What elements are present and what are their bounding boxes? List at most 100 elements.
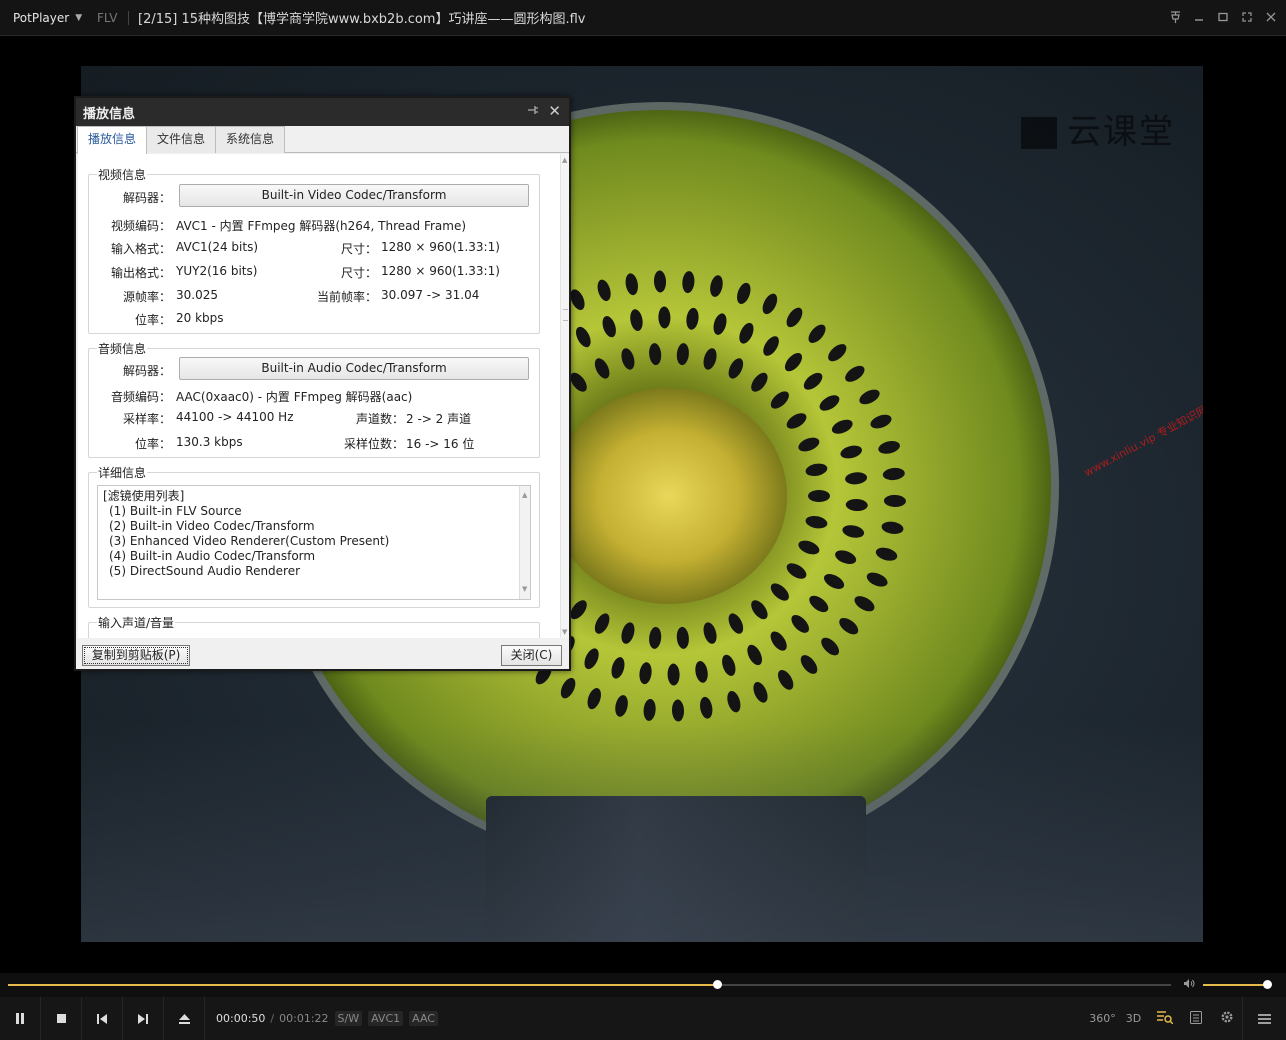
audio-info-title: 音频信息	[97, 340, 148, 357]
sample-rate-label: 采样率：	[122, 412, 171, 426]
eject-icon	[178, 1013, 190, 1024]
scroll-up-icon[interactable]: ▲	[562, 156, 567, 164]
dialog-title-bar[interactable]: 播放信息 ✕	[76, 98, 569, 126]
dialog-pin-icon[interactable]	[527, 104, 539, 119]
video-decoder-button[interactable]: Built-in Video Codec/Transform	[179, 184, 529, 207]
time-separator: /	[270, 1012, 275, 1025]
scroll-down-icon[interactable]: ▼	[522, 582, 527, 597]
input-channel-group: 输入声道/音量	[88, 614, 540, 638]
detail-info-title: 详细信息	[97, 464, 148, 481]
tab-playback-info[interactable]: 播放信息	[77, 126, 148, 154]
output-size-label: 尺寸：	[340, 266, 377, 280]
video-bitrate-value: 20 kbps	[176, 311, 224, 325]
output-format-label: 输出格式：	[110, 266, 171, 280]
tab-system-info[interactable]: 系统信息	[216, 126, 286, 153]
time-display: 00:00:50 / 00:01:22	[216, 1012, 329, 1025]
copy-to-clipboard-button[interactable]: 复制到剪贴板(P)	[82, 645, 190, 666]
seek-bar[interactable]	[8, 980, 1171, 989]
vr-360-button[interactable]: 360°	[1087, 1012, 1118, 1025]
input-format-label: 输入格式：	[110, 242, 171, 256]
kiwi-seed	[808, 490, 830, 502]
pin-icon[interactable]	[1168, 10, 1182, 26]
info-content-panel[interactable]: 视频信息 解码器： Built-in Video Codec/Transform…	[78, 154, 569, 638]
pause-icon	[16, 1013, 24, 1024]
fullscreen-icon[interactable]	[1240, 11, 1254, 25]
filter-list-line: (3) Enhanced Video Renderer(Custom Prese…	[109, 534, 390, 548]
filter-list-line: (2) Built-in Video Codec/Transform	[109, 519, 315, 533]
chapter-list-icon[interactable]	[1180, 1010, 1211, 1027]
seek-bar-area	[0, 973, 1286, 997]
settings-gear-icon[interactable]	[1211, 1010, 1242, 1027]
stop-button[interactable]	[41, 997, 82, 1040]
minimize-icon[interactable]	[1192, 12, 1206, 25]
format-label: FLV	[97, 10, 118, 25]
scrollbar-thumb[interactable]	[563, 309, 568, 321]
filter-list-line: [滤镜使用列表]	[103, 489, 185, 503]
previous-icon	[97, 1013, 107, 1024]
maximize-icon[interactable]	[1216, 12, 1230, 25]
app-menu-button[interactable]: PotPlayer ▼	[0, 0, 88, 35]
window-title: [2/15] 15种构图技【博学商学院www.bxb2b.com】巧讲座——圆形…	[138, 12, 586, 27]
video-watermark: 云课堂	[1021, 104, 1175, 153]
video-decoder-label: 解码器：	[122, 191, 171, 205]
sample-rate-value: 44100 -> 44100 Hz	[176, 410, 294, 424]
channels-value: 2 -> 2 声道	[406, 412, 472, 426]
right-controls: 360° 3D	[1087, 997, 1286, 1040]
volume-handle[interactable]	[1263, 980, 1273, 989]
main-menu-button[interactable]	[1242, 997, 1286, 1040]
dialog-footer: 复制到剪贴板(P) 关闭(C)	[76, 638, 569, 669]
dialog-title: 播放信息	[83, 106, 136, 122]
close-window-icon[interactable]	[1264, 12, 1278, 25]
playlist-search-icon[interactable]	[1149, 1010, 1180, 1027]
3d-button[interactable]: 3D	[1118, 1012, 1149, 1025]
filter-list-line: (1) Built-in FLV Source	[109, 504, 242, 518]
tab-file-info[interactable]: 文件信息	[147, 126, 217, 153]
audio-codec-badge[interactable]: AAC	[409, 1011, 438, 1026]
detail-info-group: 详细信息 [滤镜使用列表] (1) Built-in FLV Source (2…	[88, 464, 540, 608]
eject-button[interactable]	[164, 997, 205, 1040]
input-size-label: 尺寸：	[340, 242, 377, 256]
current-fps-label: 当前帧率：	[316, 290, 377, 304]
content-scrollbar[interactable]: ▲ ▼	[560, 154, 569, 638]
stop-icon	[56, 1014, 66, 1023]
dialog-tabs: 播放信息 文件信息 系统信息	[76, 126, 569, 154]
filter-list-box[interactable]: [滤镜使用列表] (1) Built-in FLV Source (2) Bui…	[97, 485, 531, 600]
video-codec-badge[interactable]: AVC1	[368, 1011, 404, 1026]
video-info-title: 视频信息	[97, 166, 148, 183]
glass-stand	[486, 796, 866, 942]
close-button[interactable]: 关闭(C)	[501, 645, 562, 666]
pause-button[interactable]	[0, 997, 41, 1040]
app-name: PotPlayer	[13, 10, 70, 25]
channels-label: 声道数：	[355, 412, 404, 426]
hamburger-icon	[1258, 1013, 1271, 1024]
chevron-down-icon: ▼	[75, 12, 83, 23]
audio-codec-value: AAC(0xaac0) - 内置 FFmpeg 解码器(aac)	[176, 390, 413, 404]
volume-level	[1203, 984, 1268, 986]
filter-list-line: (5) DirectSound Audio Renderer	[109, 564, 301, 578]
watermark-logo-icon	[1021, 117, 1057, 149]
volume-slider[interactable]	[1203, 980, 1273, 989]
volume-icon[interactable]	[1183, 978, 1195, 992]
next-icon	[138, 1013, 148, 1024]
next-button[interactable]	[123, 997, 164, 1040]
control-bar: 00:00:50 / 00:01:22 S/W AVC1 AAC 360° 3D	[0, 997, 1286, 1040]
scroll-up-icon[interactable]: ▲	[522, 488, 527, 503]
seek-progress	[8, 984, 718, 986]
current-fps-value: 30.097 -> 31.04	[381, 288, 480, 302]
decode-mode-badge[interactable]: S/W	[334, 1011, 363, 1026]
previous-button[interactable]	[82, 997, 123, 1040]
sample-bits-label: 采样位数：	[343, 437, 404, 451]
playback-info-dialog: 播放信息 ✕ 播放信息 文件信息 系统信息 视频信息 解码器： Built-in…	[74, 96, 571, 671]
audio-info-group: 音频信息 解码器： Built-in Audio Codec/Transform…	[88, 340, 540, 458]
source-fps-value: 30.025	[176, 288, 218, 302]
scroll-down-icon[interactable]: ▼	[562, 628, 567, 636]
audio-bitrate-label: 位率：	[134, 437, 171, 451]
audio-codec-label: 音频编码：	[110, 390, 171, 404]
seek-handle[interactable]	[713, 980, 723, 989]
video-bitrate-label: 位率：	[134, 313, 171, 327]
audio-decoder-button[interactable]: Built-in Audio Codec/Transform	[179, 357, 529, 380]
source-fps-label: 源帧率：	[122, 290, 171, 304]
filter-list-scrollbar[interactable]: ▲ ▼	[519, 486, 530, 599]
dialog-close-icon[interactable]: ✕	[548, 102, 561, 120]
audio-decoder-label: 解码器：	[122, 364, 171, 378]
